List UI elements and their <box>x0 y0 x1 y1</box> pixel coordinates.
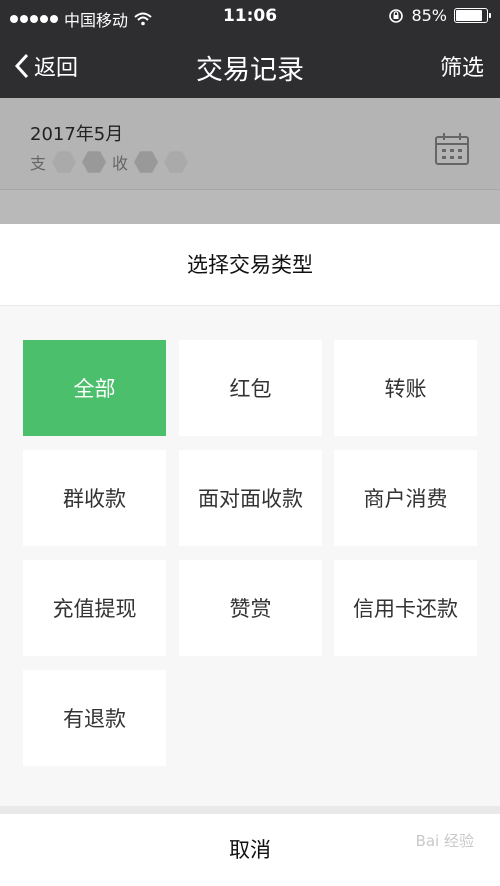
page-title: 交易记录 <box>196 55 304 86</box>
masked-amount <box>52 151 77 173</box>
status-bar: 中国移动 11:06 85% <box>0 0 500 34</box>
option-all[interactable]: 全部 <box>23 340 166 436</box>
sheet-title: 选择交易类型 <box>0 224 500 306</box>
calendar-icon[interactable] <box>434 132 470 166</box>
masked-amount <box>164 151 189 173</box>
masked-amount <box>82 151 107 173</box>
masked-amount <box>134 151 159 173</box>
income-label: 收 <box>112 154 129 173</box>
battery-percent: 85% <box>411 6 447 25</box>
nav-bar: 返回 交易记录 筛选 <box>0 34 500 98</box>
option-group-collection[interactable]: 群收款 <box>23 450 166 546</box>
option-topup-withdraw[interactable]: 充值提现 <box>23 560 166 656</box>
month-header: 2017年5月 支 收 <box>0 98 500 190</box>
month-title: 2017年5月 <box>30 124 124 145</box>
option-red-packet[interactable]: 红包 <box>179 340 322 436</box>
status-right: 85% <box>388 6 491 25</box>
battery-fill <box>456 10 482 21</box>
option-face-to-face[interactable]: 面对面收款 <box>179 450 322 546</box>
option-credit-card[interactable]: 信用卡还款 <box>334 560 477 656</box>
watermark-text: Bai 经验 <box>415 832 474 850</box>
month-summary: 支 收 <box>30 150 189 174</box>
option-transfer[interactable]: 转账 <box>334 340 477 436</box>
battery-icon <box>454 8 491 23</box>
lock-rotation-icon <box>389 8 404 23</box>
month-area: 2017年5月 支 收 <box>0 98 500 224</box>
option-reward[interactable]: 赞赏 <box>179 560 322 656</box>
expense-label: 支 <box>30 154 47 173</box>
filter-button[interactable]: 筛选 <box>440 50 484 82</box>
transaction-type-sheet: 选择交易类型 全部 红包 转账 群收款 面对面收款 商户消费 充值提现 赞赏 信… <box>0 224 500 886</box>
option-merchant[interactable]: 商户消费 <box>334 450 477 546</box>
option-refund[interactable]: 有退款 <box>23 670 166 766</box>
